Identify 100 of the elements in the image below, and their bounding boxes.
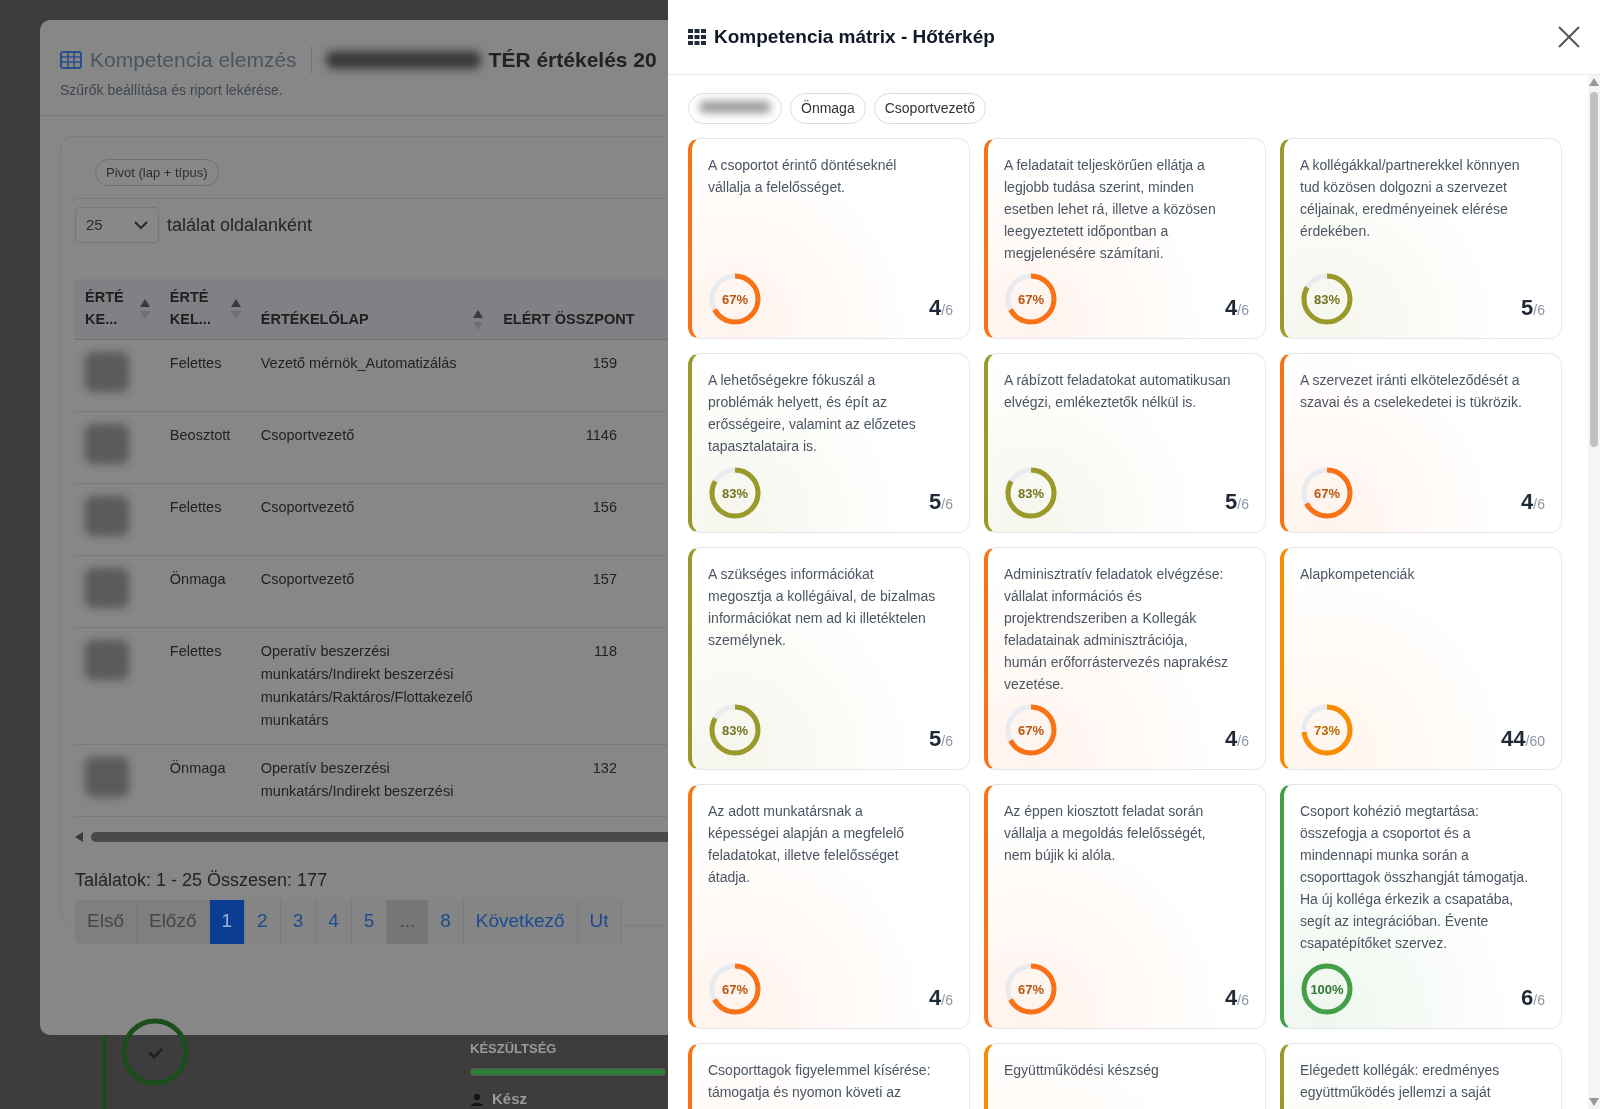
card-text: Csoport kohézió megtartása: összefogja a csoportot és a mindennapi munka során a csoporttagok összhangját támogatja. Ha új kolléga érkezik a csapatába, segít az integrációban. Évente csapatépítőket szervez. — [1300, 802, 1530, 953]
card-text: Az éppen kiosztott feladat során vállalja a megoldás felelősségét, nem bújik ki alóla. — [1004, 802, 1207, 865]
modal-title: Kompetencia elemzés — [90, 47, 297, 73]
blurred-text — [85, 756, 129, 797]
filter-chip[interactable]: Önmaga — [790, 93, 866, 124]
page-size-value: 25 — [86, 214, 103, 235]
page-button[interactable]: 3 — [280, 899, 317, 944]
donut-chart — [1300, 962, 1354, 1016]
score-total: /6 — [1237, 302, 1249, 318]
donut-chart — [708, 466, 762, 520]
score-value: 4 — [929, 295, 942, 320]
card-text: Csoporttagok figyelemmel kísérése: támogatja és nyomon követi az — [708, 1061, 932, 1102]
score-total: /6 — [941, 496, 953, 512]
page-size-select[interactable]: 25 — [75, 207, 159, 243]
table-cell: 118 — [593, 642, 617, 659]
status-text: Kész — [492, 1088, 528, 1109]
percent-label: 67% — [1018, 292, 1044, 306]
score-total: /6 — [1533, 302, 1545, 318]
page-button[interactable]: 2 — [245, 899, 281, 944]
percent-label: 67% — [722, 292, 748, 306]
score-total: /6 — [1237, 992, 1249, 1008]
page-button[interactable]: 1 — [209, 899, 246, 944]
page-button[interactable]: 4 — [316, 899, 352, 944]
table-cell: Felettes — [169, 498, 222, 515]
score-value: 4 — [1225, 295, 1238, 320]
card-text: Elégedett kollégák: eredményes együttműködés jellemzi a saját — [1300, 1061, 1501, 1102]
grid-icon — [688, 29, 706, 45]
card-text: Együttműködési készség — [1004, 1061, 1160, 1080]
blurred-text — [85, 423, 129, 464]
scroll-up-icon[interactable] — [1589, 78, 1599, 86]
donut-chart — [1300, 703, 1354, 757]
score-value: 4 — [1225, 985, 1238, 1010]
table-cell: Csoportvezető — [260, 426, 355, 443]
close-icon[interactable] — [1558, 26, 1580, 48]
donut-chart — [708, 962, 762, 1016]
scrollbar[interactable] — [1588, 75, 1600, 1109]
donut-chart — [1004, 466, 1058, 520]
donut-chart — [1004, 962, 1058, 1016]
score-value: 4 — [929, 985, 942, 1010]
score-value: 6 — [1521, 985, 1534, 1010]
table-icon — [60, 50, 82, 69]
percent-label: 100% — [1310, 982, 1344, 996]
donut-chart — [1004, 272, 1058, 326]
sort-icon[interactable] — [139, 297, 150, 320]
percent-label: 83% — [722, 723, 748, 737]
donut-chart — [1300, 272, 1354, 326]
table-cell: Felettes — [169, 642, 222, 659]
panel-title: Kompetencia mátrix - Hőtérkép — [714, 24, 995, 49]
table-cell: Vezető mérnök_Automatizálás — [260, 354, 457, 371]
card-text: A szervezet iránti elköteleződését a szavai és a cselekedetei is tükrözik. — [1300, 371, 1523, 412]
blurred-text — [85, 351, 129, 392]
table-cell: 132 — [592, 759, 617, 776]
score-total: /6 — [1237, 496, 1249, 512]
page-button[interactable]: 5 — [351, 899, 388, 944]
table-cell: Csoportvezető — [260, 498, 355, 515]
donut-chart — [1004, 703, 1058, 757]
score-value: 5 — [929, 726, 942, 751]
percent-label: 67% — [1018, 723, 1044, 737]
check-circle-icon — [120, 1017, 190, 1087]
scrollbar-thumb[interactable] — [1590, 92, 1598, 447]
score-value: 5 — [1521, 295, 1534, 320]
score-total: /6 — [941, 302, 953, 318]
score-value: 4 — [1225, 726, 1238, 751]
donut-chart — [1300, 466, 1354, 520]
table-cell: Önmaga — [169, 759, 226, 776]
scrollbar-thumb[interactable] — [91, 831, 668, 842]
table-cell: Csoportvezető — [260, 570, 355, 587]
scroll-left-icon[interactable] — [75, 831, 83, 842]
card-text: Alapkompetenciák — [1300, 565, 1416, 584]
percent-label: 67% — [1018, 982, 1044, 996]
scroll-down-icon[interactable] — [1589, 1098, 1599, 1106]
percent-label: 67% — [722, 982, 748, 996]
page-nav-button[interactable]: Ut — [577, 899, 622, 944]
page-nav-button[interactable]: Következő — [463, 899, 578, 944]
filter-chip[interactable] — [688, 93, 782, 124]
score-value: 4 — [1521, 489, 1534, 514]
percent-label: 83% — [722, 486, 748, 500]
table-cell: Felettes — [169, 354, 222, 371]
donut-chart — [708, 703, 762, 757]
section-label: KÉSZÜLTSÉG — [470, 1040, 558, 1058]
score-total: /6 — [1533, 992, 1545, 1008]
column-header[interactable]: ÉRTÉKELŐLAP — [260, 308, 369, 331]
table-cell: Beosztott — [169, 426, 231, 443]
percent-label: 83% — [1314, 292, 1340, 306]
pivot-button[interactable]: Pivot (lap + típus) — [95, 158, 219, 186]
score-total: /6 — [1533, 496, 1545, 512]
blurred-text — [85, 567, 129, 608]
card-text: A szükséges információkat megosztja a kollégáival, de bizalmas információkat nem ad ki illetéktelen személynek. — [708, 565, 937, 650]
sort-icon[interactable] — [230, 297, 241, 320]
score-value: 5 — [929, 489, 942, 514]
table-cell: Operatív beszerzési munkatárs/Indirekt beszerzési — [260, 759, 454, 799]
percent-label: 73% — [1314, 723, 1340, 737]
score-total: /60 — [1525, 733, 1545, 749]
results-count: Találatok: 1 - 25 Összesen: 177 — [75, 868, 329, 892]
score-value: 5 — [1225, 489, 1238, 514]
page-button[interactable]: 8 — [428, 899, 464, 944]
filter-chip[interactable]: Csoportvezető — [873, 93, 986, 124]
sort-icon[interactable] — [473, 308, 484, 331]
table-cell: Önmaga — [169, 570, 226, 587]
score-value: 44 — [1501, 726, 1526, 751]
